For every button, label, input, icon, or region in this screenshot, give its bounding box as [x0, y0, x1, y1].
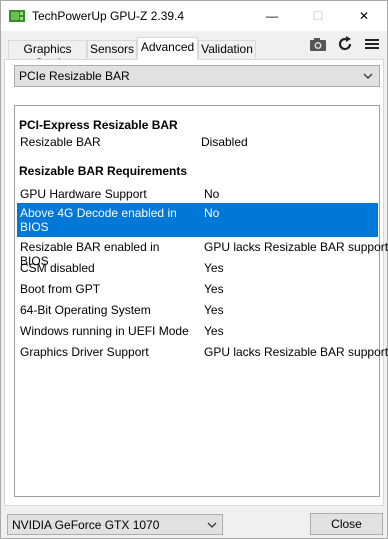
- tab-sensors[interactable]: Sensors: [87, 40, 137, 58]
- gpu-z-window: TechPowerUp GPU-Z 2.39.4 — ☐ ✕ Graphics …: [0, 0, 388, 539]
- section-title-requirements: Resizable BAR Requirements: [19, 164, 188, 178]
- row-key: Graphics Driver Support: [20, 345, 149, 359]
- close-button[interactable]: Close: [310, 513, 383, 535]
- tab-strip: Graphics Card Sensors Advanced Validatio…: [1, 31, 387, 70]
- advanced-tab-page: PCIe Resizable BAR PCI-Express Resizable…: [4, 59, 388, 506]
- row-value: Yes: [204, 261, 224, 275]
- tab-validation[interactable]: Validation: [198, 40, 256, 58]
- category-dropdown[interactable]: PCIe Resizable BAR: [14, 65, 380, 87]
- row-key: Above 4G Decode enabled in BIOS: [20, 206, 177, 234]
- refresh-icon[interactable]: [335, 34, 355, 54]
- title-bar[interactable]: TechPowerUp GPU-Z 2.39.4 — ☐ ✕: [1, 1, 387, 31]
- table-row[interactable]: Resizable BAR Disabled: [17, 132, 378, 152]
- window-title: TechPowerUp GPU-Z 2.39.4: [32, 9, 185, 23]
- table-row[interactable]: CSM disabled Yes: [17, 258, 378, 278]
- row-key: Windows running in UEFI Mode: [20, 324, 189, 338]
- row-value: No: [204, 206, 220, 220]
- close-icon: ✕: [358, 9, 370, 23]
- maximize-button[interactable]: ☐: [295, 1, 341, 31]
- row-value: GPU lacks Resizable BAR support: [204, 240, 388, 254]
- row-key: 64-Bit Operating System: [20, 303, 151, 317]
- table-row-selected[interactable]: Above 4G Decode enabled in BIOS No: [17, 203, 378, 237]
- details-panel[interactable]: PCI-Express Resizable BAR Resizable BAR …: [14, 105, 388, 497]
- gpu-dropdown[interactable]: NVIDIA GeForce GTX 1070: [7, 514, 223, 535]
- maximize-icon: ☐: [312, 9, 324, 23]
- table-row[interactable]: GPU Hardware Support No: [17, 184, 378, 204]
- table-row[interactable]: 64-Bit Operating System Yes: [17, 300, 378, 320]
- table-row[interactable]: Windows running in UEFI Mode Yes: [17, 321, 378, 341]
- section-title-pcie: PCI-Express Resizable BAR: [19, 118, 178, 132]
- row-value: Disabled: [201, 135, 248, 149]
- chevron-down-icon: [363, 73, 373, 79]
- row-value: Yes: [204, 303, 224, 317]
- tab-advanced[interactable]: Advanced: [137, 37, 198, 60]
- gpu-dropdown-value: NVIDIA GeForce GTX 1070: [12, 518, 160, 532]
- row-value: Yes: [204, 324, 224, 338]
- row-value: No: [204, 187, 220, 201]
- category-dropdown-value: PCIe Resizable BAR: [19, 69, 130, 83]
- row-value: GPU lacks Resizable BAR support: [204, 345, 388, 359]
- row-value: Yes: [204, 282, 224, 296]
- table-row[interactable]: Resizable BAR enabled in BIOS GPU lacks …: [17, 237, 388, 268]
- camera-icon[interactable]: [308, 34, 328, 54]
- row-key: CSM disabled: [20, 261, 95, 275]
- tab-graphics-card[interactable]: Graphics Card: [8, 40, 87, 70]
- hamburger-menu-icon[interactable]: [362, 34, 382, 54]
- table-row[interactable]: Boot from GPT Yes: [17, 279, 378, 299]
- close-window-button[interactable]: ✕: [341, 1, 387, 31]
- row-key: Boot from GPT: [20, 282, 101, 296]
- row-key: GPU Hardware Support: [20, 187, 147, 201]
- minimize-button[interactable]: —: [249, 1, 295, 31]
- row-key: Resizable BAR: [20, 135, 101, 149]
- gpu-z-app-icon: [9, 10, 25, 22]
- minimize-icon: —: [266, 9, 278, 23]
- chevron-down-icon: [207, 522, 217, 528]
- table-row[interactable]: Graphics Driver Support GPU lacks Resiza…: [17, 342, 388, 362]
